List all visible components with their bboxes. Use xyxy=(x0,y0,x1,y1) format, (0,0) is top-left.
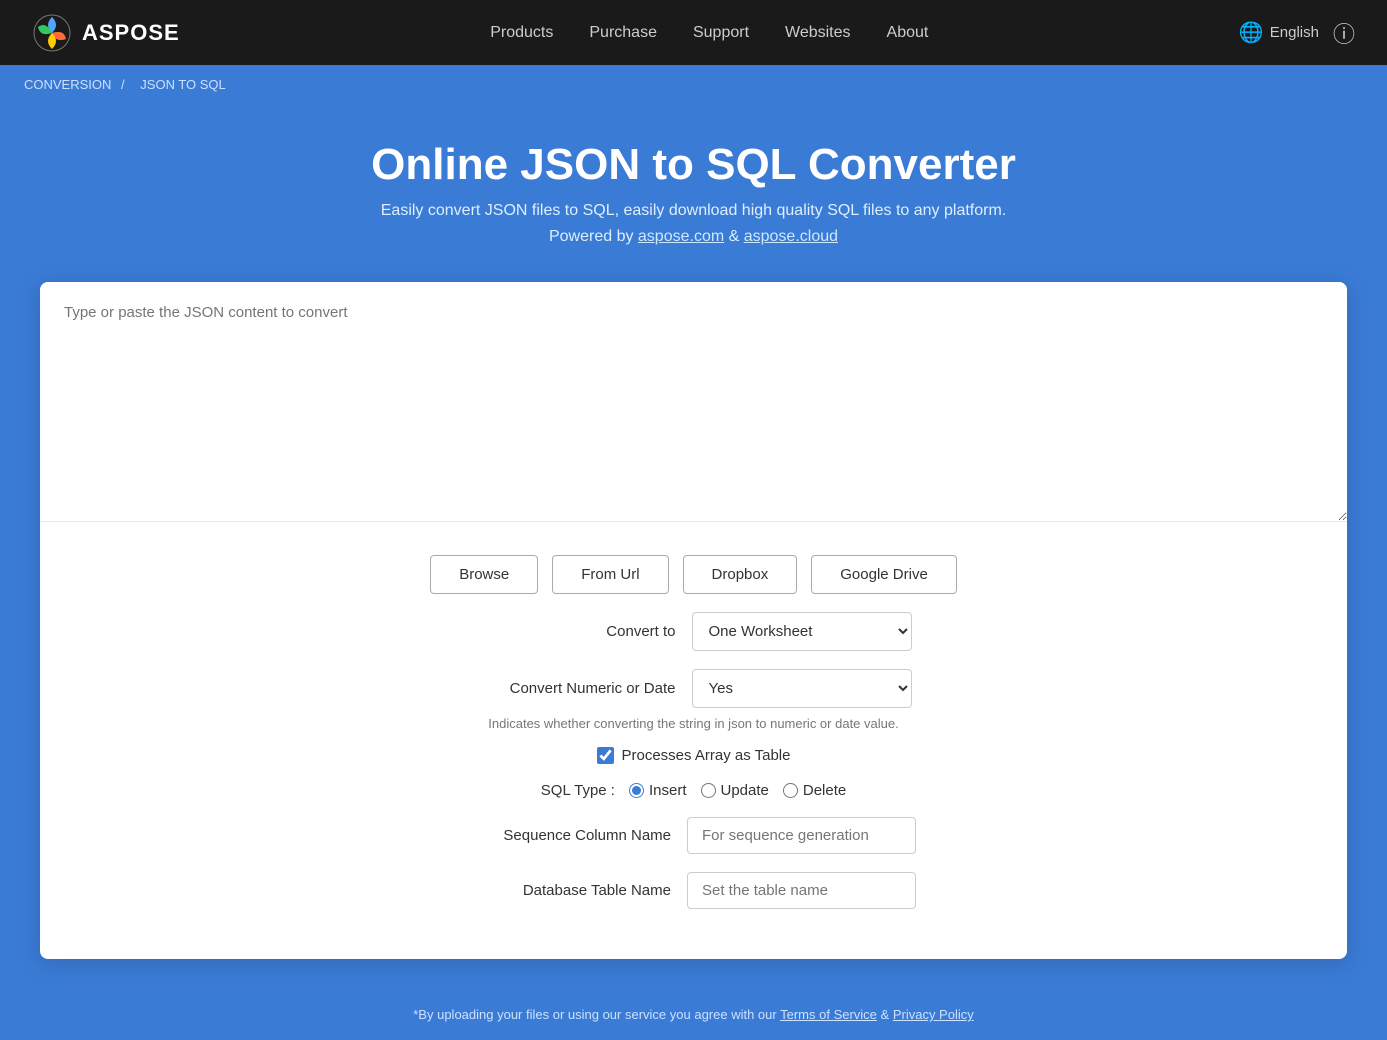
footer-amp: & xyxy=(877,1007,893,1022)
from-url-button[interactable]: From Url xyxy=(552,555,668,594)
logo-text: ASPOSE xyxy=(82,20,180,46)
sql-type-update-radio[interactable] xyxy=(701,783,716,798)
sql-type-insert-label: Insert xyxy=(649,782,687,799)
nav-purchase[interactable]: Purchase xyxy=(589,24,657,41)
nav-support[interactable]: Support xyxy=(693,24,749,41)
options-area: Convert to One Worksheet Multiple Worksh… xyxy=(40,612,1347,959)
nav-links: Products Purchase Support Websites About xyxy=(490,24,928,42)
breadcrumb-conversion[interactable]: CONVERSION xyxy=(24,77,111,92)
footer-text: *By uploading your files or using our se… xyxy=(413,1007,780,1022)
tos-link[interactable]: Terms of Service xyxy=(780,1007,877,1022)
sequence-col-input[interactable] xyxy=(687,817,916,854)
powered-prefix: Powered by xyxy=(549,228,638,245)
convert-to-label: Convert to xyxy=(476,623,676,640)
navbar: ASPOSE Products Purchase Support Website… xyxy=(0,0,1387,65)
browse-button[interactable]: Browse xyxy=(430,555,538,594)
upload-buttons-row: Browse From Url Dropbox Google Drive xyxy=(40,527,1347,612)
sql-type-insert-radio[interactable] xyxy=(629,783,644,798)
aspose-com-link[interactable]: aspose.com xyxy=(638,228,724,245)
breadcrumb: CONVERSION / JSON TO SQL xyxy=(0,65,1387,104)
hero-powered: Powered by aspose.com & aspose.cloud xyxy=(20,228,1367,246)
language-selector[interactable]: 🌐 English xyxy=(1239,20,1319,45)
sql-type-delete-label: Delete xyxy=(803,782,846,799)
nav-websites[interactable]: Websites xyxy=(785,24,851,41)
nav-about[interactable]: About xyxy=(887,24,929,41)
nav-products[interactable]: Products xyxy=(490,24,553,41)
processes-array-row: Processes Array as Table xyxy=(100,747,1287,764)
sql-type-delete-item: Delete xyxy=(783,782,846,799)
convert-numeric-hint: Indicates whether converting the string … xyxy=(100,716,1287,731)
main-card: Browse From Url Dropbox Google Drive Con… xyxy=(40,282,1347,959)
convert-numeric-row: Convert Numeric or Date Yes No xyxy=(100,669,1287,708)
convert-numeric-label: Convert Numeric or Date xyxy=(476,680,676,697)
sequence-col-label: Sequence Column Name xyxy=(471,827,671,844)
sql-type-row: SQL Type : Insert Update Delete xyxy=(100,782,1287,799)
hero-subtitle: Easily convert JSON files to SQL, easily… xyxy=(20,202,1367,220)
breadcrumb-separator: / xyxy=(121,77,125,92)
db-table-input[interactable] xyxy=(687,872,916,909)
sql-type-radio-group: Insert Update Delete xyxy=(629,782,846,799)
convert-numeric-select[interactable]: Yes No xyxy=(692,669,912,708)
logo-icon xyxy=(32,13,72,53)
user-icon[interactable]: ⓘ xyxy=(1333,17,1355,49)
processes-array-checkbox[interactable] xyxy=(597,747,614,764)
sql-type-delete-radio[interactable] xyxy=(783,783,798,798)
language-label: English xyxy=(1270,24,1319,41)
sql-type-update-label: Update xyxy=(721,782,769,799)
dropbox-button[interactable]: Dropbox xyxy=(683,555,798,594)
privacy-link[interactable]: Privacy Policy xyxy=(893,1007,974,1022)
page-title: Online JSON to SQL Converter xyxy=(20,140,1367,190)
sql-type-label: SQL Type : xyxy=(541,782,615,799)
footer-bar: *By uploading your files or using our se… xyxy=(0,989,1387,1040)
globe-icon: 🌐 xyxy=(1239,20,1264,45)
convert-to-select[interactable]: One Worksheet Multiple Worksheets xyxy=(692,612,912,651)
hero-section: Online JSON to SQL Converter Easily conv… xyxy=(0,104,1387,282)
json-input[interactable] xyxy=(40,282,1347,522)
db-table-label: Database Table Name xyxy=(471,882,671,899)
sequence-col-row: Sequence Column Name xyxy=(100,817,1287,854)
aspose-cloud-link[interactable]: aspose.cloud xyxy=(744,228,838,245)
nav-right: 🌐 English ⓘ xyxy=(1239,17,1355,49)
sql-type-insert-item: Insert xyxy=(629,782,687,799)
convert-to-row: Convert to One Worksheet Multiple Worksh… xyxy=(100,612,1287,651)
google-drive-button[interactable]: Google Drive xyxy=(811,555,957,594)
sql-type-update-item: Update xyxy=(701,782,769,799)
powered-amp: & xyxy=(724,228,744,245)
logo[interactable]: ASPOSE xyxy=(32,13,180,53)
processes-array-label: Processes Array as Table xyxy=(622,747,791,764)
db-table-row: Database Table Name xyxy=(100,872,1287,909)
breadcrumb-current: JSON TO SQL xyxy=(140,77,226,92)
